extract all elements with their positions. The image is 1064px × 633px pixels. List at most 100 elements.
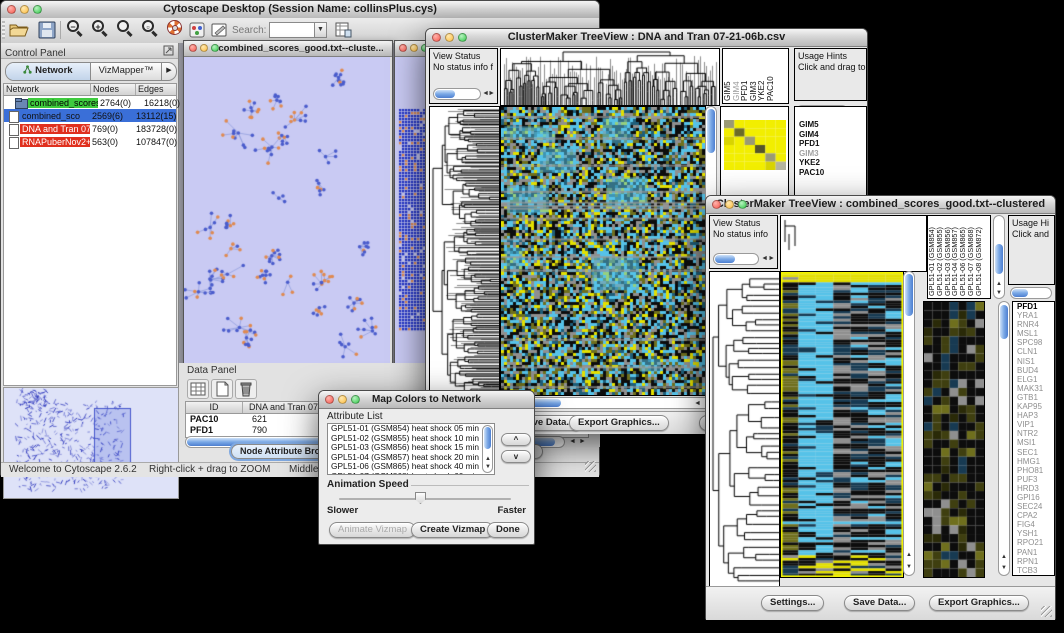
network-tree-row[interactable]: combined_scores 2764(0) 16218(0): [4, 96, 176, 109]
close-button[interactable]: [7, 5, 16, 14]
zoom-button[interactable]: [351, 395, 360, 404]
scroll-up-arrow[interactable]: ▲: [485, 455, 491, 463]
gene-label[interactable]: FIG4: [1015, 520, 1054, 529]
network-window-title-bar[interactable]: combined_scores_good.txt--cluste...: [184, 41, 392, 57]
scroll-thumb[interactable]: [905, 274, 913, 316]
scroll-left-arrow[interactable]: ◄: [761, 255, 768, 263]
minimize-button[interactable]: [338, 395, 347, 404]
attribute-list-item[interactable]: GPL51-07 (GSM868) heat shock 60 min: [328, 472, 494, 475]
attribute-list[interactable]: GPL51-01 (GSM854) heat shock 05 minGPL51…: [327, 423, 495, 475]
scroll-thumb[interactable]: [707, 109, 715, 153]
gene-label[interactable]: RNR4: [1015, 320, 1054, 329]
gene-label[interactable]: NIS1: [1015, 357, 1054, 366]
move-down-button[interactable]: v: [501, 450, 531, 463]
gene-label[interactable]: RPO21: [1015, 538, 1054, 547]
gene-label[interactable]: GIM4: [797, 130, 866, 140]
network-tree-row[interactable]: RNAPuberNov2+ 563(0) 107847(0): [4, 135, 176, 148]
gene-label[interactable]: YKE2: [797, 158, 866, 168]
gene-label[interactable]: HMG1: [1015, 457, 1054, 466]
col-edges[interactable]: Edges: [136, 84, 176, 95]
scroll-thumb[interactable]: [995, 244, 1003, 274]
gene-label[interactable]: KAP95: [1015, 402, 1054, 411]
gene-label[interactable]: YRA1: [1015, 311, 1054, 320]
save-icon[interactable]: [37, 21, 57, 39]
attribute-list-scrollbar[interactable]: ▲ ▼: [482, 425, 493, 473]
minimize-button[interactable]: [20, 5, 29, 14]
network-item-name[interactable]: DNA and Tran 07: [20, 124, 90, 134]
minimize-button[interactable]: [445, 33, 454, 42]
gene-label[interactable]: CPA2: [1015, 511, 1054, 520]
scroll-right-arrow[interactable]: ►: [768, 255, 775, 263]
tv2-hints-scrollbar[interactable]: [1010, 287, 1052, 299]
minimize-button[interactable]: [725, 200, 734, 209]
zoom-in-icon[interactable]: +: [92, 20, 104, 32]
close-button[interactable]: [399, 44, 407, 52]
treeview2-title-bar[interactable]: ClusterMaker TreeView : combined_scores_…: [706, 196, 1055, 214]
attribute-browser-icon[interactable]: [335, 21, 352, 39]
help-lifesaver-icon[interactable]: [167, 20, 182, 35]
network-tree-row[interactable]: combined_sco 2569(6) 13112(15): [4, 109, 176, 122]
gene-label[interactable]: MSL1: [1015, 329, 1054, 338]
tab-network[interactable]: Network: [6, 63, 91, 80]
birdseye-view[interactable]: [3, 387, 179, 499]
gene-label[interactable]: PFD1: [797, 139, 866, 149]
delete-attribute-icon[interactable]: [235, 379, 257, 399]
scroll-right-arrow[interactable]: ►: [579, 438, 586, 446]
gene-label[interactable]: PFD1: [1015, 302, 1054, 311]
scroll-left-arrow[interactable]: ◄: [694, 400, 701, 408]
tv2-heatmap-vscrollbar[interactable]: ▲ ▼: [903, 271, 915, 576]
col-network[interactable]: Network: [4, 84, 91, 95]
annotation-icon[interactable]: [211, 21, 228, 39]
tv1-heatmap[interactable]: [500, 106, 706, 396]
close-button[interactable]: [325, 395, 334, 404]
scroll-up-arrow[interactable]: ▲: [1001, 553, 1007, 561]
minimize-button[interactable]: [200, 44, 208, 52]
export-graphics-button[interactable]: Export Graphics...: [569, 415, 669, 431]
view-status-scrollbar[interactable]: [713, 253, 759, 265]
zoom-selected-icon[interactable]: ▫: [142, 20, 154, 32]
gene-label[interactable]: MAK31: [1015, 384, 1054, 393]
scroll-right-arrow[interactable]: ►: [488, 90, 495, 98]
network-canvas[interactable]: [184, 57, 390, 364]
gene-label[interactable]: SEC1: [1015, 448, 1054, 457]
gene-label[interactable]: PHO81: [1015, 466, 1054, 475]
scroll-thumb[interactable]: [484, 427, 491, 449]
scroll-up-arrow[interactable]: ▲: [996, 280, 1002, 288]
settings-button[interactable]: Settings...: [761, 595, 824, 611]
gene-label[interactable]: GIM5: [797, 120, 866, 130]
gene-label[interactable]: TCB3: [1015, 566, 1054, 575]
tv1-gene-dendrogram[interactable]: [429, 106, 500, 398]
gene-label[interactable]: PUF3: [1015, 475, 1054, 484]
gene-label[interactable]: PAC10: [797, 168, 866, 178]
tv2-gene-list[interactable]: PFD1YRA1RNR4MSL1SPC98CLN1NIS1BUD4ELG1MAK…: [1012, 301, 1055, 576]
dialog-title-bar[interactable]: Map Colors to Network: [319, 391, 534, 409]
zoom-button[interactable]: [458, 33, 467, 42]
scroll-thumb[interactable]: [1000, 305, 1008, 339]
gene-label[interactable]: PEP5: [1015, 575, 1054, 576]
search-dropdown-button[interactable]: ▼: [314, 22, 327, 38]
gene-label[interactable]: ELG1: [1015, 375, 1054, 384]
tab-overflow-button[interactable]: ▶: [162, 63, 176, 80]
gene-label[interactable]: SPC98: [1015, 338, 1054, 347]
network-tree-row[interactable]: DNA and Tran 07 769(0) 183728(0): [4, 122, 176, 135]
float-panel-icon[interactable]: [163, 45, 174, 56]
tv2-gene-dendrogram[interactable]: [709, 271, 780, 588]
close-button[interactable]: [712, 200, 721, 209]
tab-vizmapper[interactable]: VizMapper™: [91, 63, 162, 80]
gene-label[interactable]: GPI16: [1015, 493, 1054, 502]
gene-label[interactable]: RPN1: [1015, 557, 1054, 566]
scroll-down-arrow[interactable]: ▼: [906, 563, 912, 571]
resize-grip[interactable]: [585, 461, 596, 472]
gene-label[interactable]: MSI1: [1015, 438, 1054, 447]
gene-label[interactable]: HAP3: [1015, 411, 1054, 420]
gene-label[interactable]: YSH1: [1015, 529, 1054, 538]
scroll-down-arrow[interactable]: ▼: [485, 463, 491, 471]
zoom-fit-icon[interactable]: [117, 20, 129, 32]
zoom-out-icon[interactable]: −: [67, 20, 79, 32]
close-button[interactable]: [189, 44, 197, 52]
attribute-select-icon[interactable]: [187, 379, 209, 399]
col-nodes[interactable]: Nodes: [91, 84, 136, 95]
gene-label[interactable]: VIP1: [1015, 420, 1054, 429]
scroll-down-arrow[interactable]: ▼: [1001, 564, 1007, 572]
close-button[interactable]: [432, 33, 441, 42]
